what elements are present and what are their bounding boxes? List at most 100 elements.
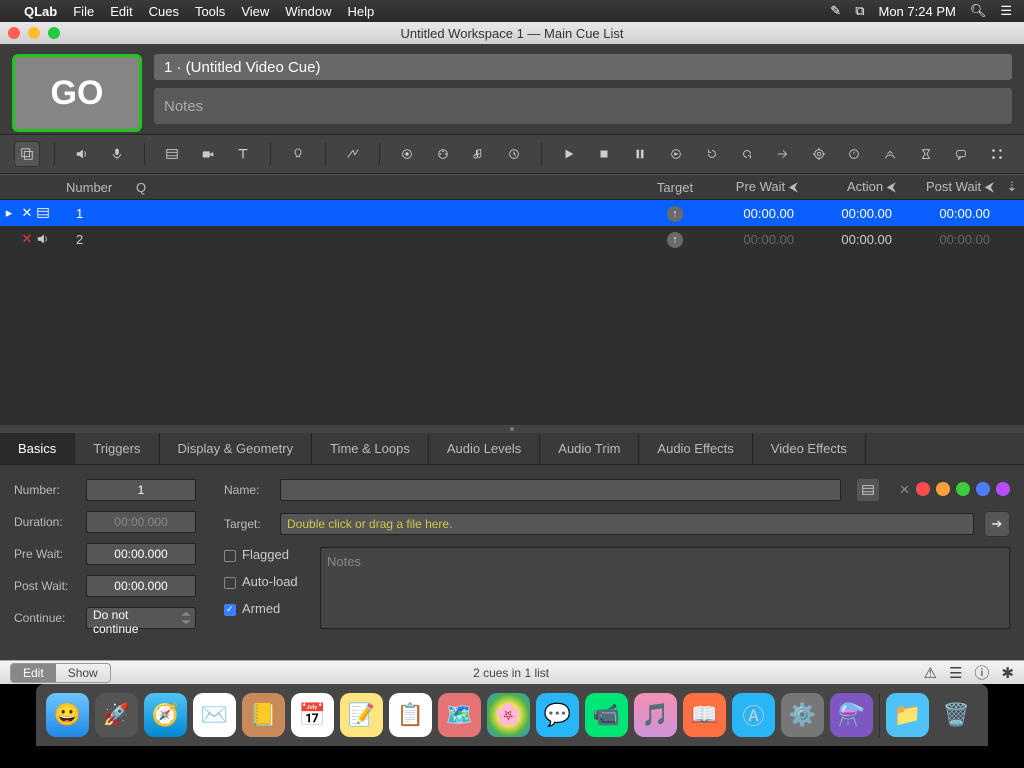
tab-time-loops[interactable]: Time & Loops <box>312 433 429 464</box>
menu-edit[interactable]: Edit <box>110 4 132 19</box>
go-button[interactable]: GO <box>12 54 142 132</box>
autoload-checkbox[interactable] <box>224 577 236 589</box>
color-red[interactable] <box>916 482 930 496</box>
info-icon[interactable]: ⓘ <box>974 662 989 683</box>
ibooks-icon[interactable]: 📖 <box>683 693 726 737</box>
tab-triggers[interactable]: Triggers <box>75 433 159 464</box>
cue-target[interactable]: ↑ <box>644 205 706 222</box>
app-name[interactable]: QLab <box>24 4 57 19</box>
color-blue[interactable] <box>976 482 990 496</box>
menu-window[interactable]: Window <box>285 4 331 19</box>
cue-postwait[interactable]: 00:00.00 <box>902 232 1000 247</box>
photos-icon[interactable]: 🌸 <box>487 693 530 737</box>
facetime-icon[interactable]: 📹 <box>585 693 628 737</box>
cue-notes-summary[interactable]: Notes <box>154 88 1012 124</box>
downloads-icon[interactable]: 📁 <box>886 693 929 737</box>
fade-cue-icon[interactable] <box>340 141 366 167</box>
airplay-icon[interactable]: ⧉ <box>855 3 864 19</box>
play-icon[interactable] <box>556 141 582 167</box>
armed-checkbox[interactable] <box>224 604 236 616</box>
stop-icon[interactable] <box>592 141 618 167</box>
col-continue[interactable]: ⇣ <box>1000 179 1024 195</box>
target-field[interactable]: Double click or drag a file here. <box>280 513 974 535</box>
qlab-dock-icon[interactable]: ⚗️ <box>830 693 873 737</box>
col-action[interactable]: Action ⮜ <box>804 179 902 195</box>
network-cue-icon[interactable] <box>394 141 420 167</box>
reminders-icon[interactable]: 📋 <box>389 693 432 737</box>
cue-number[interactable]: 1 <box>60 206 130 221</box>
menu-tools[interactable]: Tools <box>195 4 225 19</box>
timecode-cue-icon[interactable] <box>501 141 527 167</box>
cue-row[interactable]: ✕ 2 ↑ 00:00.00 00:00.00 00:00.00 <box>0 226 1024 252</box>
settings-gear-icon[interactable]: ✱ <box>1001 664 1014 682</box>
audio-cue-icon[interactable] <box>69 141 95 167</box>
text-cue-icon[interactable] <box>230 141 256 167</box>
trash-icon[interactable]: 🗑️ <box>935 693 978 737</box>
menu-cues[interactable]: Cues <box>149 4 179 19</box>
pause-icon[interactable] <box>627 141 653 167</box>
notes-textarea[interactable]: Notes <box>320 547 1010 629</box>
cue-prewait[interactable]: 00:00.00 <box>706 206 804 221</box>
cue-number[interactable]: 2 <box>60 232 130 247</box>
clock[interactable]: Mon 7:24 PM <box>879 4 956 19</box>
script-cue-icon[interactable] <box>984 141 1010 167</box>
notes-icon[interactable]: 📝 <box>340 693 383 737</box>
group-cue-icon[interactable] <box>14 141 40 167</box>
notification-center-icon[interactable]: ☰ <box>1000 3 1012 19</box>
tab-audio-levels[interactable]: Audio Levels <box>429 433 540 464</box>
tab-video-effects[interactable]: Video Effects <box>753 433 866 464</box>
name-field[interactable] <box>280 479 841 501</box>
edit-show-toggle[interactable]: Edit Show <box>10 663 111 683</box>
cue-row[interactable]: ▸ ✕ 1 ↑ 00:00.00 00:00.00 00:00.00 <box>0 200 1024 226</box>
target-icon[interactable] <box>806 141 832 167</box>
edit-mode-button[interactable]: Edit <box>11 664 56 682</box>
color-purple[interactable] <box>996 482 1010 496</box>
appstore-icon[interactable]: Ⓐ <box>732 693 775 737</box>
cue-action[interactable]: 00:00.00 <box>804 206 902 221</box>
disarm-icon[interactable] <box>877 141 903 167</box>
goto-icon[interactable] <box>770 141 796 167</box>
warnings-icon[interactable]: ⚠︎ <box>924 664 937 682</box>
color-orange[interactable] <box>936 482 950 496</box>
inspector-drag-handle[interactable] <box>0 425 1024 433</box>
flagged-checkbox[interactable] <box>224 550 236 562</box>
load-icon[interactable] <box>663 141 689 167</box>
camera-cue-icon[interactable] <box>195 141 221 167</box>
tab-basics[interactable]: Basics <box>0 433 75 464</box>
video-cue-icon[interactable] <box>159 141 185 167</box>
menu-view[interactable]: View <box>241 4 269 19</box>
minimize-window-button[interactable] <box>28 27 40 39</box>
menu-file[interactable]: File <box>73 4 94 19</box>
cue-prewait[interactable]: 00:00.00 <box>706 232 804 247</box>
safari-icon[interactable]: 🧭 <box>144 693 187 737</box>
color-green[interactable] <box>956 482 970 496</box>
continue-select[interactable]: Do not continue <box>86 607 196 629</box>
lists-icon[interactable]: ☰ <box>949 664 962 682</box>
memo-icon[interactable] <box>949 141 975 167</box>
cue-action[interactable]: 00:00.00 <box>804 232 902 247</box>
wait-icon[interactable] <box>913 141 939 167</box>
cue-target[interactable]: ↑ <box>644 231 706 248</box>
devamp-icon[interactable] <box>734 141 760 167</box>
arm-icon[interactable] <box>841 141 867 167</box>
reset-icon[interactable] <box>699 141 725 167</box>
spotlight-icon[interactable]: 🔍︎ <box>970 3 987 19</box>
close-window-button[interactable] <box>8 27 20 39</box>
col-target[interactable]: Target <box>644 180 706 195</box>
menu-help[interactable]: Help <box>348 4 375 19</box>
tab-audio-trim[interactable]: Audio Trim <box>540 433 639 464</box>
cue-postwait[interactable]: 00:00.00 <box>902 206 1000 221</box>
mail-icon[interactable]: ✉️ <box>193 693 236 737</box>
show-mode-button[interactable]: Show <box>56 664 110 682</box>
mic-cue-icon[interactable] <box>104 141 130 167</box>
duration-field[interactable] <box>86 511 196 533</box>
itunes-icon[interactable]: 🎵 <box>634 693 677 737</box>
midi-cue-icon[interactable] <box>430 141 456 167</box>
target-browse-button[interactable]: ➔ <box>984 511 1010 537</box>
tab-audio-effects[interactable]: Audio Effects <box>639 433 752 464</box>
cue-color-picker[interactable]: ✕ <box>899 482 1010 498</box>
launchpad-icon[interactable]: 🚀 <box>95 693 138 737</box>
color-none-icon[interactable]: ✕ <box>899 482 910 498</box>
col-number[interactable]: Number <box>60 180 130 195</box>
col-postwait[interactable]: Post Wait ⮜ <box>902 179 1000 195</box>
